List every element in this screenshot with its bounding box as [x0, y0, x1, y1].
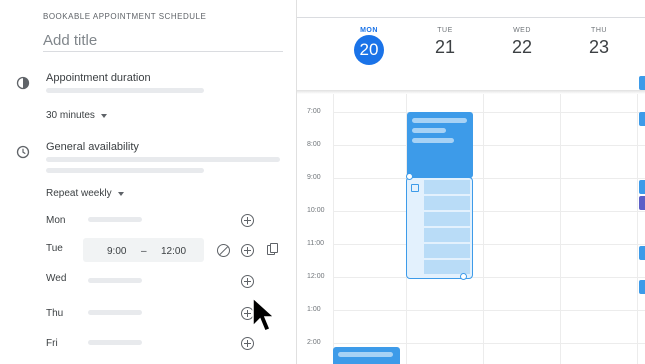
availability-description-placeholder-2	[46, 168, 204, 173]
event-text-placeholder	[412, 128, 446, 133]
resize-handle-top[interactable]	[406, 173, 413, 180]
calendar-week-view: MON 20 TUE 21 WED 22 THU 23 7:00 8:00 9:…	[296, 0, 645, 364]
hour-line	[333, 112, 645, 113]
header-shadow	[297, 90, 645, 94]
appointment-slot[interactable]	[424, 212, 470, 226]
day-label-wed: Wed	[46, 273, 67, 284]
time-label: 7:00	[307, 108, 321, 115]
column-divider	[483, 94, 484, 364]
date-number[interactable]: 23	[574, 37, 624, 58]
day-unavailable-placeholder	[88, 310, 142, 315]
header-divider	[297, 17, 645, 18]
day-unavailable-placeholder	[88, 340, 142, 345]
section-label: BOOKABLE APPOINTMENT SCHEDULE	[43, 12, 207, 21]
time-label: 8:00	[307, 141, 321, 148]
day-unavailable-placeholder	[88, 278, 142, 283]
appointment-slot[interactable]	[424, 228, 470, 242]
event-text-placeholder	[412, 138, 454, 143]
time-label: 2:00	[307, 339, 321, 346]
appointment-slot[interactable]	[424, 180, 470, 194]
add-hours-button-tue[interactable]	[241, 244, 254, 257]
end-time[interactable]: 12:00	[161, 246, 186, 257]
day-of-week: THU	[591, 27, 607, 34]
chevron-down-icon	[100, 113, 107, 118]
appointment-slot[interactable]	[424, 244, 470, 258]
hour-line	[333, 211, 645, 212]
availability-description-placeholder	[46, 157, 280, 162]
calendar-event-edge[interactable]	[639, 280, 645, 294]
column-divider	[560, 94, 561, 364]
hour-line	[333, 343, 645, 344]
title-input[interactable]	[43, 30, 283, 52]
event-text-placeholder	[412, 118, 467, 123]
day-of-week: MON	[360, 27, 378, 34]
calendar-event-edge[interactable]	[639, 196, 645, 210]
duration-dropdown-value: 30 minutes	[46, 110, 95, 121]
copy-icon[interactable]	[267, 243, 278, 256]
time-label: 12:00	[307, 273, 325, 280]
mouse-cursor-icon	[252, 296, 276, 332]
repeat-dropdown-value: Repeat weekly	[46, 188, 112, 199]
calendar-event[interactable]	[407, 112, 473, 178]
repeat-dropdown[interactable]: Repeat weekly	[46, 188, 124, 199]
day-label-fri: Fri	[46, 338, 58, 349]
time-label: 10:00	[307, 207, 325, 214]
general-availability-title: General availability	[46, 141, 139, 153]
add-hours-button-fri[interactable]	[241, 337, 254, 350]
day-header-wed[interactable]: WED 22	[497, 27, 547, 58]
appointment-block[interactable]	[406, 173, 473, 280]
appointment-duration-title: Appointment duration	[46, 72, 151, 84]
time-label: 11:00	[307, 240, 324, 247]
day-header-thu[interactable]: THU 23	[574, 27, 624, 58]
calendar-event[interactable]	[333, 347, 400, 364]
appointment-slot[interactable]	[424, 196, 470, 210]
start-time[interactable]: 9:00	[107, 246, 126, 257]
appointment-schedule-icon	[411, 184, 419, 192]
hour-line	[333, 277, 645, 278]
chevron-down-icon	[117, 191, 124, 196]
duration-icon	[16, 76, 30, 90]
column-divider	[637, 94, 638, 364]
day-label-thu: Thu	[46, 308, 64, 319]
column-divider	[333, 94, 334, 364]
duration-description-placeholder	[46, 88, 204, 93]
time-separator: –	[141, 246, 147, 257]
hour-line	[333, 145, 645, 146]
resize-handle-bottom[interactable]	[460, 273, 467, 280]
day-of-week: WED	[513, 27, 531, 34]
hour-line	[333, 178, 645, 179]
time-label: 9:00	[307, 174, 321, 181]
schedule-settings-panel: BOOKABLE APPOINTMENT SCHEDULE Appointmen…	[0, 0, 296, 364]
calendar-event-edge[interactable]	[639, 112, 645, 126]
app-root: BOOKABLE APPOINTMENT SCHEDULE Appointmen…	[0, 0, 645, 364]
duration-dropdown[interactable]: 30 minutes	[46, 110, 107, 121]
event-text-placeholder	[338, 352, 393, 357]
day-label-mon: Mon	[46, 215, 66, 226]
calendar-event-edge[interactable]	[639, 246, 645, 260]
day-header-mon[interactable]: MON 20	[344, 27, 394, 65]
day-of-week: TUE	[437, 27, 453, 34]
time-label: 1:00	[307, 306, 321, 313]
date-number[interactable]: 21	[420, 37, 470, 58]
date-number[interactable]: 22	[497, 37, 547, 58]
add-hours-button-mon[interactable]	[241, 214, 254, 227]
today-date-circle[interactable]: 20	[354, 35, 384, 65]
unavailable-icon[interactable]	[217, 244, 230, 257]
calendar-event-edge[interactable]	[639, 76, 645, 90]
hour-line	[333, 244, 645, 245]
hour-line	[333, 310, 645, 311]
appointment-slot[interactable]	[424, 260, 470, 274]
day-header-tue[interactable]: TUE 21	[420, 27, 470, 58]
calendar-event-edge[interactable]	[639, 180, 645, 194]
clock-icon	[16, 145, 30, 159]
day-label-tue: Tue	[46, 243, 63, 254]
day-unavailable-placeholder	[88, 217, 142, 222]
add-hours-button-wed[interactable]	[241, 275, 254, 288]
